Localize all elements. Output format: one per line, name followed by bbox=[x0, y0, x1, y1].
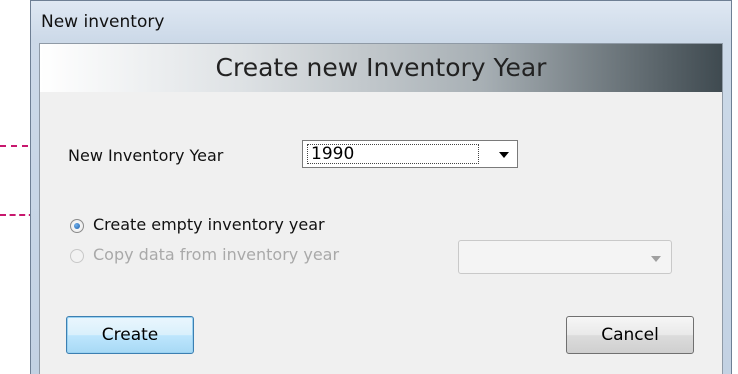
chevron-down-icon bbox=[499, 152, 509, 158]
radio-copy-data[interactable] bbox=[70, 249, 84, 263]
year-select[interactable]: 1990 bbox=[302, 140, 518, 168]
cancel-button[interactable]: Cancel bbox=[566, 316, 694, 354]
page-title: Create new Inventory Year bbox=[215, 53, 547, 82]
window-title: New inventory bbox=[41, 12, 165, 32]
title-bar[interactable]: New inventory bbox=[31, 1, 731, 43]
year-select-value: 1990 bbox=[311, 144, 355, 164]
dialog-window: New inventory Create new Inventory Year … bbox=[30, 0, 732, 374]
dialog-body: Create new Inventory Year New Inventory … bbox=[39, 43, 723, 374]
header-band: Create new Inventory Year bbox=[40, 44, 722, 92]
copy-source-select[interactable] bbox=[458, 240, 672, 274]
radio-copy-data-label[interactable]: Copy data from inventory year bbox=[93, 245, 339, 264]
year-label: New Inventory Year bbox=[68, 146, 224, 165]
radio-create-empty-label[interactable]: Create empty inventory year bbox=[93, 215, 325, 234]
create-button[interactable]: Create bbox=[66, 316, 194, 354]
radio-create-empty[interactable] bbox=[70, 219, 84, 233]
chevron-down-icon bbox=[651, 256, 661, 262]
